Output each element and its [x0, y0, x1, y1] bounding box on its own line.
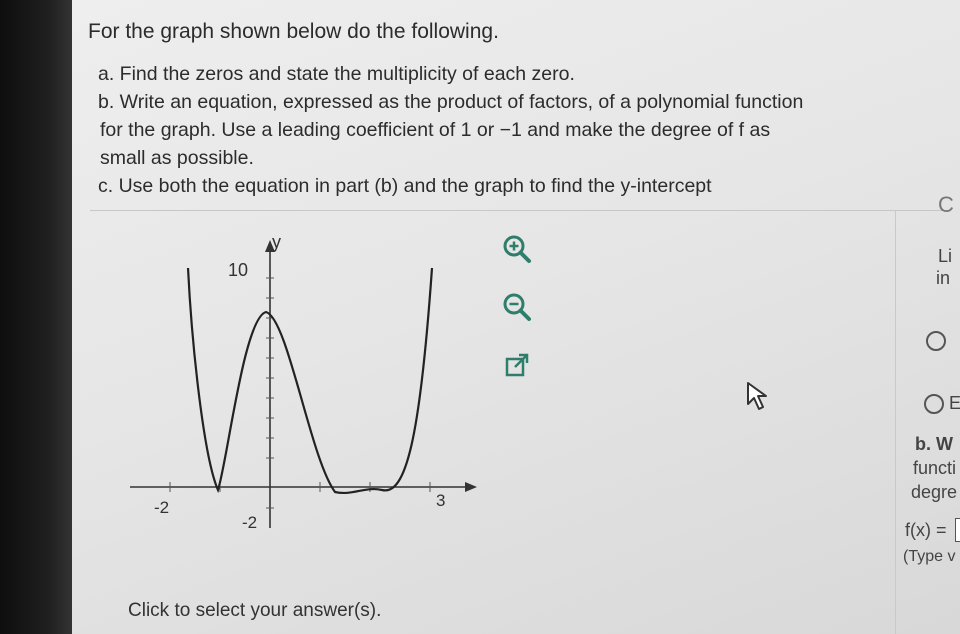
monitor-bezel — [0, 0, 80, 634]
y-axis-label: y — [272, 232, 281, 252]
x-tick-label-left: -2 — [154, 498, 169, 517]
radio-2-label: E — [949, 393, 960, 413]
part-b-line-3: small as possible. — [100, 147, 254, 169]
y-tick-label-top: 10 — [228, 260, 248, 280]
x-tick-label-right: 3 — [436, 491, 445, 510]
part-a-text: a. Find the zeros and state the multipli… — [98, 63, 575, 85]
zoom-in-button[interactable] — [500, 232, 534, 266]
graph-tools — [500, 232, 540, 406]
polynomial-graph: y 10 -2 -2 3 — [120, 228, 480, 538]
answer-radio-2[interactable] — [924, 394, 944, 414]
mouse-pointer-icon — [745, 380, 771, 417]
external-link-icon — [505, 353, 529, 377]
y-tick-label-bottom: -2 — [242, 513, 257, 532]
select-answer-hint: Click to select your answer(s). — [128, 600, 382, 621]
graph-svg: y 10 -2 -2 3 — [130, 232, 477, 532]
x-axis-arrow — [465, 482, 477, 492]
degre-text: degre — [911, 482, 958, 502]
part-b-label: b. W — [915, 434, 953, 454]
popout-graph-button[interactable] — [500, 348, 534, 382]
polynomial-curve — [186, 267, 434, 494]
part-c-text: c. Use both the equation in part (b) and… — [98, 175, 712, 197]
zoom-in-icon — [503, 235, 531, 263]
type-hint-text: (Type v — [903, 548, 956, 565]
functi-text: functi — [913, 458, 957, 478]
list-label-1: Li — [938, 246, 953, 266]
part-b-line-2: for the graph. Use a leading coefficient… — [100, 119, 771, 141]
fx-label: f(x) = — [905, 520, 947, 540]
answer-radio-1[interactable] — [926, 331, 946, 351]
section-divider — [90, 210, 950, 211]
list-label-2: in — [936, 268, 951, 288]
partial-circle-icon: C — [938, 192, 954, 217]
question-title: For the graph shown below do the followi… — [88, 20, 499, 43]
fx-answer-input[interactable] — [955, 518, 960, 542]
part-b-line-1: b. Write an equation, expressed as the p… — [98, 91, 804, 113]
question-instructions: For the graph shown below do the followi… — [88, 20, 938, 200]
zoom-out-icon — [503, 293, 531, 321]
zoom-out-button[interactable] — [500, 290, 534, 324]
